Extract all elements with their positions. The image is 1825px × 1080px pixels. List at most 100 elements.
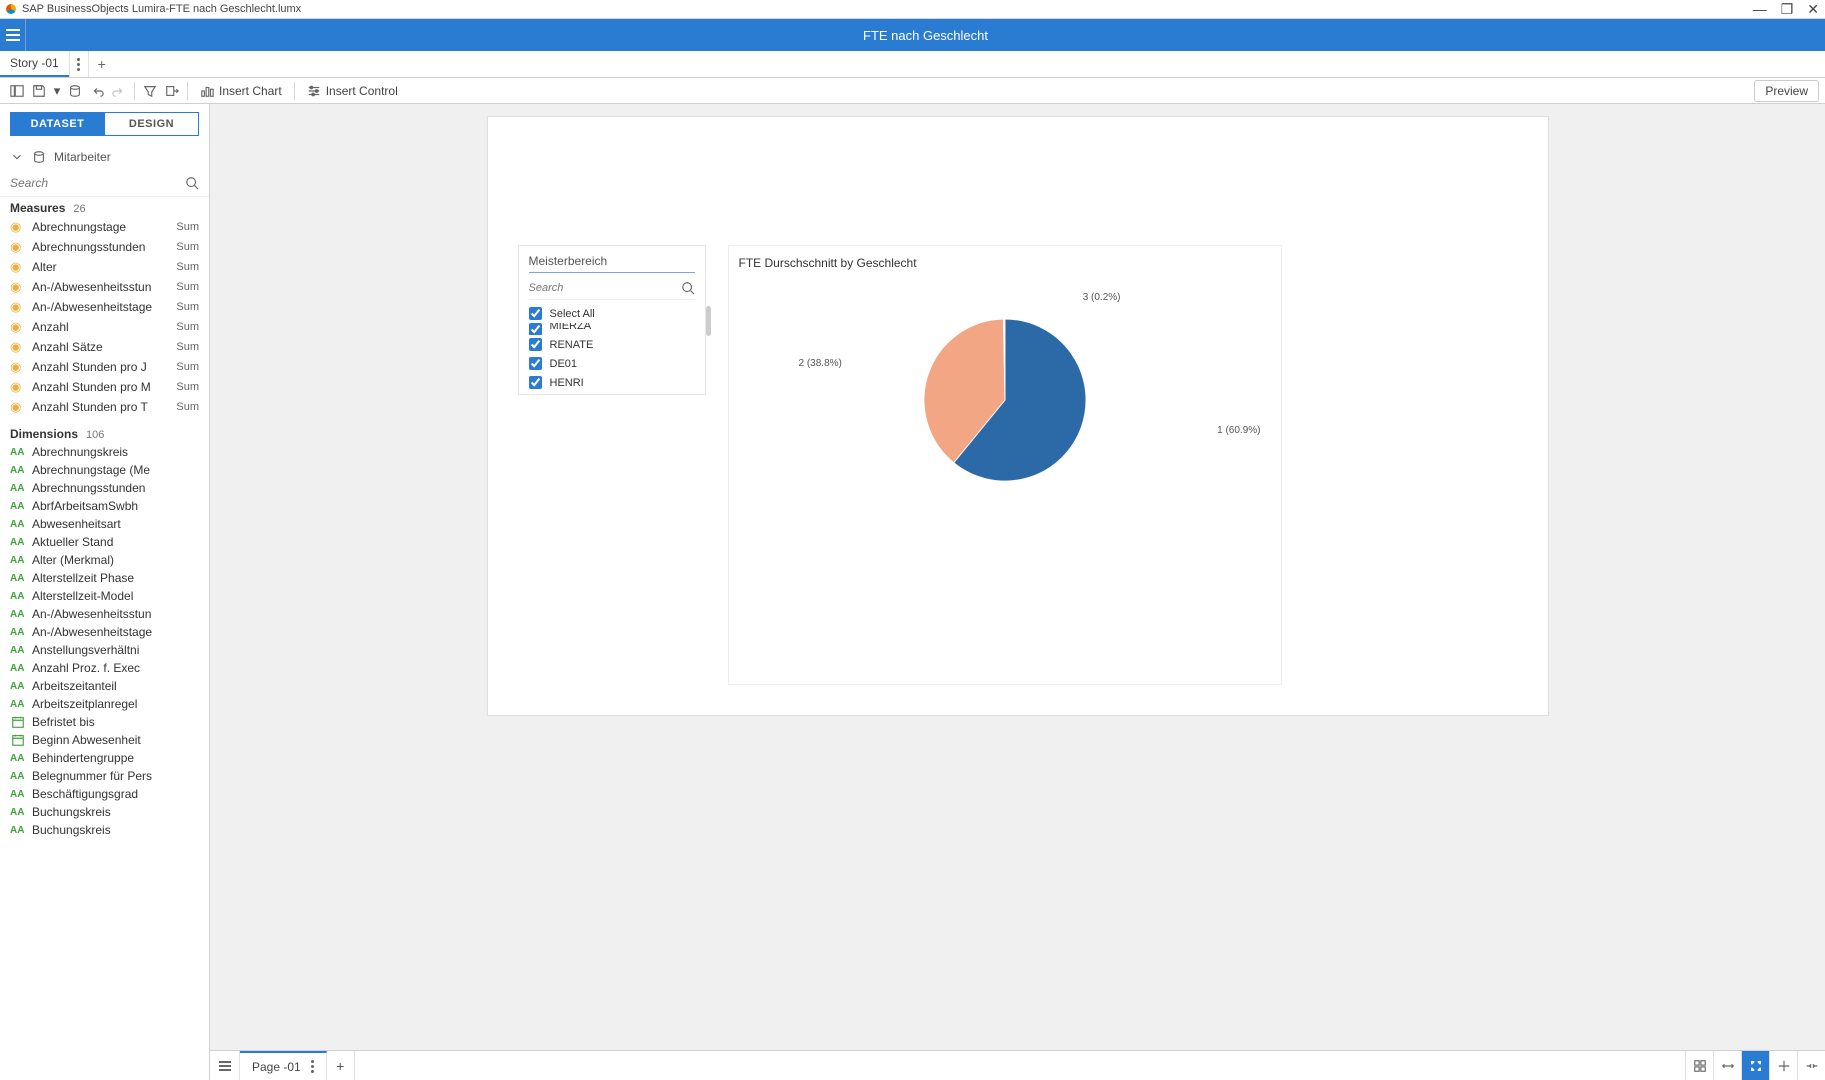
filter-button[interactable] [139,80,161,102]
dimension-item[interactable]: AAAlterstellzeit-Model [0,587,209,605]
measure-item[interactable]: ◉Anzahl Stunden pro JSum [0,357,209,377]
database-icon [32,150,46,164]
dimension-item[interactable]: AAAbwesenheitsart [0,515,209,533]
filter-item[interactable]: HENRI [529,373,695,392]
date-icon [10,733,26,747]
dimension-item[interactable]: Beginn Abwesenheit [0,731,209,749]
save-icon [32,84,46,98]
dimension-item[interactable]: AAAbrfArbeitsamSwbh [0,497,209,515]
dimension-item[interactable]: AAArbeitszeitplanregel [0,695,209,713]
save-dropdown-button[interactable]: ▾ [50,80,64,102]
dimension-item[interactable]: AA Abrechnungstage (Me [0,461,209,479]
measure-agg: Sum [176,361,199,373]
scrollbar-thumb[interactable] [706,306,711,336]
insert-chart-button[interactable]: Insert Chart [192,80,290,102]
dimension-item[interactable]: AABuchungskreis [0,803,209,821]
insert-control-button[interactable]: Insert Control [299,80,406,102]
dimension-item[interactable]: AAAn-/Abwesenheitstage [0,623,209,641]
story-add-button[interactable]: + [89,51,115,77]
undo-button[interactable] [86,80,108,102]
measure-icon: ◉ [10,359,26,375]
divider [187,82,188,100]
vertical-dots-icon[interactable] [311,1065,314,1068]
undo-icon [90,84,104,98]
measure-item[interactable]: ◉AbrechnungstageSum [0,217,209,237]
measure-item[interactable]: ◉AlterSum [0,257,209,277]
measure-item[interactable]: ◉An-/AbwesenheitsstunSum [0,277,209,297]
window-title: SAP BusinessObjects Lumira-FTE nach Gesc… [22,3,1753,15]
dimension-item[interactable]: AABelegnummer für Pers [0,767,209,785]
filter-item[interactable]: DE01 [529,354,695,373]
dimension-item[interactable]: AAAn-/Abwesenheitsstun [0,605,209,623]
dimension-item[interactable]: AAAbrechnungskreis [0,443,209,461]
window-minimize-button[interactable]: — [1753,1,1767,18]
dimension-name: Alter (Merkmal) [32,553,114,567]
tab-dataset[interactable]: DATASET [10,112,105,136]
control-icon [307,84,321,98]
search-icon[interactable] [185,176,199,190]
redo-button[interactable] [108,80,130,102]
filter-checkbox[interactable] [529,338,542,351]
fit-width-button[interactable] [1713,1051,1741,1080]
dataset-header[interactable]: Mitarbeiter [0,144,209,170]
dimension-item[interactable]: AAArbeitszeitanteil [0,677,209,695]
filter-panel[interactable]: Meisterbereich Select AllMIERZARENATEDE0… [518,245,706,395]
search-icon[interactable] [681,281,695,295]
resize-handle[interactable] [1797,1051,1825,1080]
filter-item[interactable]: Select All [529,304,695,323]
sidebar-search-input[interactable] [10,170,185,196]
preview-button[interactable]: Preview [1754,80,1819,102]
pie-chart: 1 (60.9%) 2 (38.8%) 3 (0.2%) [739,280,1271,520]
export-icon [165,84,179,98]
measure-item[interactable]: ◉An-/AbwesenheitstageSum [0,297,209,317]
text-dimension-icon: AA [10,465,26,476]
window-maximize-button[interactable]: ❐ [1781,1,1794,18]
export-button[interactable] [161,80,183,102]
date-icon [10,715,26,729]
dimension-name: Abrechnungstage (Me [32,463,150,477]
filter-checkbox[interactable] [529,307,542,320]
filter-checkbox[interactable] [529,357,542,370]
dimension-item[interactable]: AABuchungskreis [0,821,209,839]
save-button[interactable] [28,80,50,102]
dimension-item[interactable]: Befristet bis [0,713,209,731]
story-tab[interactable]: Story -01 [0,51,69,77]
dimension-item[interactable]: AAAbrechnungsstunden [0,479,209,497]
canvas-area[interactable]: Meisterbereich Select AllMIERZARENATEDE0… [210,104,1825,1050]
page-add-button[interactable]: + [327,1051,355,1080]
fit-page-button[interactable] [1741,1051,1769,1080]
measure-agg: Sum [176,241,199,253]
actual-size-button[interactable] [1769,1051,1797,1080]
dataset-button[interactable] [64,80,86,102]
dimension-item[interactable]: AAAnstellungsverhältni [0,641,209,659]
text-dimension-icon: AA [10,555,26,566]
dimension-item[interactable]: AA Alter (Merkmal) [0,551,209,569]
story-tab-menu-button[interactable] [69,51,89,77]
measure-item[interactable]: ◉Anzahl SätzeSum [0,337,209,357]
window-close-button[interactable]: ✕ [1807,1,1819,18]
dimension-item[interactable]: AAAlterstellzeit Phase [0,569,209,587]
filter-checkbox[interactable] [529,323,542,335]
measure-item[interactable]: ◉Anzahl Stunden pro TSum [0,397,209,417]
measure-item[interactable]: ◉AnzahlSum [0,317,209,337]
measure-icon: ◉ [10,239,26,255]
grid-view-button[interactable] [1685,1051,1713,1080]
dimension-item[interactable]: AABehindertengruppe [0,749,209,767]
sidepanel-toggle-button[interactable] [6,80,28,102]
dimension-item[interactable]: AAAnzahl Proz. f. Exec [0,659,209,677]
measure-item[interactable]: ◉Anzahl Stunden pro MSum [0,377,209,397]
filter-checkbox[interactable] [529,376,542,389]
chart-panel[interactable]: FTE Durschschnitt by Geschlecht 1 (60.9%… [728,245,1282,685]
pages-list-button[interactable] [210,1051,240,1080]
text-dimension-icon: AA [10,591,26,602]
dimension-item[interactable]: AAAktueller Stand [0,533,209,551]
filter-item-label: Select All [550,308,595,320]
page-tab[interactable]: Page -01 [240,1051,327,1080]
tab-design[interactable]: DESIGN [105,112,199,136]
menu-button[interactable] [0,19,26,51]
filter-item[interactable]: RENATE [529,335,695,354]
filter-item[interactable]: MIERZA [529,323,695,335]
measure-item[interactable]: ◉AbrechnungsstundenSum [0,237,209,257]
filter-search-input[interactable] [529,282,681,294]
dimension-item[interactable]: AABeschäftigungsgrad [0,785,209,803]
